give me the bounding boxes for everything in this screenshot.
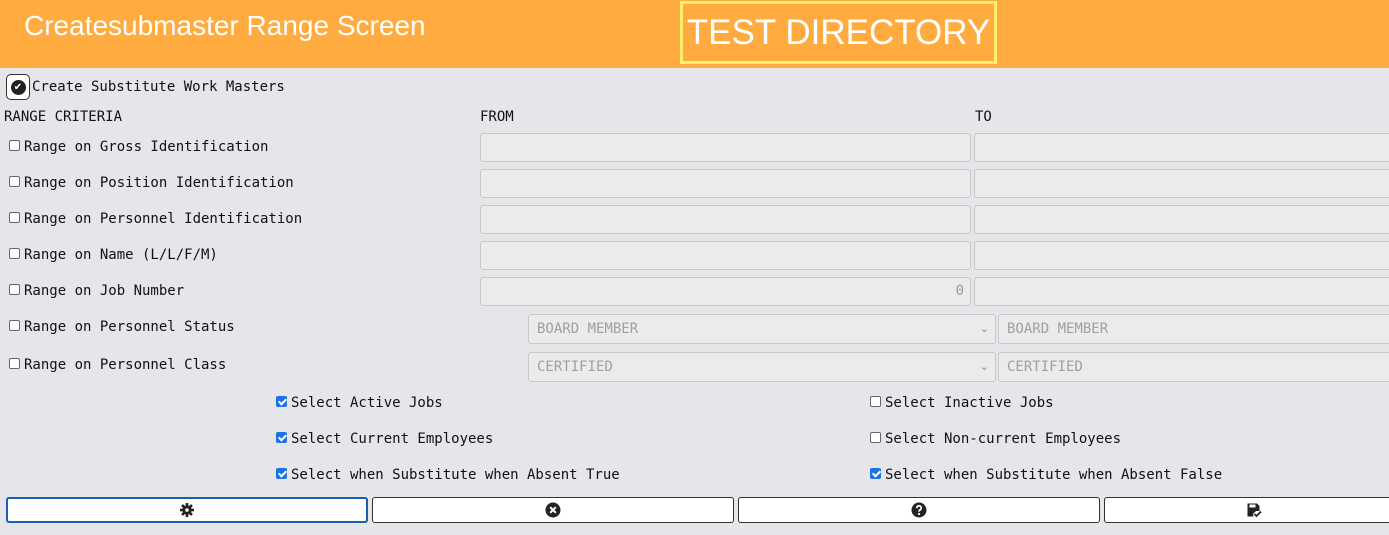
range-position-label: Range on Position Identification <box>24 175 294 191</box>
cancel-button[interactable] <box>372 497 734 523</box>
range-personnel-from-input[interactable] <box>480 205 971 234</box>
range-class-to-value: CERTIFIED <box>1007 359 1083 375</box>
header-bar: Createsubmaster Range Screen TEST DIRECT… <box>0 0 1389 68</box>
range-job-to-input[interactable] <box>974 277 1389 306</box>
gear-icon <box>180 503 194 517</box>
range-status-checkbox[interactable] <box>9 320 20 331</box>
range-status-from-select[interactable]: BOARD MEMBER ⌄ <box>528 314 996 344</box>
inactive-jobs-checkbox[interactable] <box>870 396 881 407</box>
from-heading: FROM <box>480 109 514 125</box>
inactive-jobs-label: Select Inactive Jobs <box>885 395 1054 411</box>
run-button[interactable] <box>6 497 368 523</box>
range-job-label: Range on Job Number <box>24 283 185 299</box>
range-position-from-input[interactable] <box>480 169 971 198</box>
range-status-to-select[interactable]: BOARD MEMBER <box>998 314 1389 344</box>
help-circle-icon <box>911 502 927 518</box>
noncurrent-employees-checkbox[interactable] <box>870 432 881 443</box>
range-class-checkbox[interactable] <box>9 358 20 369</box>
range-name-checkbox[interactable] <box>9 248 20 259</box>
range-gross-checkbox[interactable] <box>9 140 20 151</box>
active-jobs-label: Select Active Jobs <box>291 395 443 411</box>
range-position-checkbox[interactable] <box>9 176 20 187</box>
range-status-from-value: BOARD MEMBER <box>537 321 639 337</box>
help-button[interactable] <box>738 497 1100 523</box>
create-substitute-label: Create Substitute Work Masters <box>32 79 285 95</box>
close-circle-icon <box>545 502 561 518</box>
to-heading: TO <box>975 109 992 125</box>
range-status-to-value: BOARD MEMBER <box>1007 321 1109 337</box>
range-gross-from-input[interactable] <box>480 133 971 162</box>
sub-absent-true-checkbox[interactable] <box>276 468 287 479</box>
range-job-from-input[interactable]: 0 <box>480 277 971 306</box>
range-gross-to-input[interactable] <box>974 133 1389 162</box>
sub-absent-false-checkbox[interactable] <box>870 468 881 479</box>
range-gross-label: Range on Gross Identification <box>24 139 269 155</box>
range-class-label: Range on Personnel Class <box>24 357 227 373</box>
range-personnel-label: Range on Personnel Identification <box>24 211 303 227</box>
environment-badge: TEST DIRECTORY <box>680 1 997 64</box>
range-class-from-select[interactable]: CERTIFIED ⌄ <box>528 352 996 382</box>
range-personnel-checkbox[interactable] <box>9 212 20 223</box>
range-status-label: Range on Personnel Status <box>24 319 235 335</box>
current-employees-label: Select Current Employees <box>291 431 494 447</box>
range-class-to-select[interactable]: CERTIFIED <box>998 352 1389 382</box>
range-job-checkbox[interactable] <box>9 284 20 295</box>
range-name-label: Range on Name (L/L/F/M) <box>24 247 218 263</box>
active-jobs-checkbox[interactable] <box>276 396 287 407</box>
chevron-down-icon: ⌄ <box>979 360 989 373</box>
sub-absent-true-label: Select when Substitute when Absent True <box>291 467 620 483</box>
save-check-icon <box>1247 503 1262 518</box>
sub-absent-false-label: Select when Substitute when Absent False <box>885 467 1223 483</box>
range-criteria-heading: RANGE CRITERIA <box>4 109 123 125</box>
range-personnel-to-input[interactable] <box>974 205 1389 234</box>
noncurrent-employees-label: Select Non-current Employees <box>885 431 1122 447</box>
range-name-from-input[interactable] <box>480 241 971 270</box>
range-position-to-input[interactable] <box>974 169 1389 198</box>
chevron-down-icon: ⌄ <box>979 322 989 335</box>
current-employees-checkbox[interactable] <box>276 432 287 443</box>
range-class-from-value: CERTIFIED <box>537 359 613 375</box>
check-circle-icon: ✔ <box>10 79 26 95</box>
save-button[interactable] <box>1104 497 1389 523</box>
create-substitute-toggle[interactable]: ✔ <box>6 74 30 100</box>
page-title: Createsubmaster Range Screen <box>24 10 426 41</box>
range-name-to-input[interactable] <box>974 241 1389 270</box>
